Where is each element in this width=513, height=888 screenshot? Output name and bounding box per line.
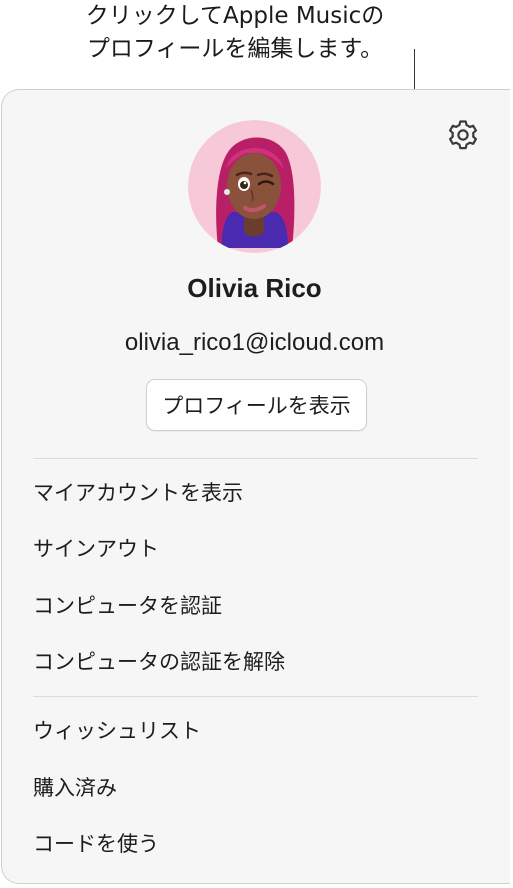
menu-item-purchased[interactable]: 購入済み	[33, 768, 117, 808]
menu-item-view-account[interactable]: マイアカウントを表示	[33, 473, 243, 513]
menu-item-sign-out[interactable]: サインアウト	[33, 529, 159, 569]
menu-item-deauthorize-computer[interactable]: コンピュータの認証を解除	[33, 642, 285, 682]
avatar[interactable]	[188, 120, 321, 253]
menu-item-wishlist[interactable]: ウィッシュリスト	[33, 711, 201, 751]
account-email: olivia_rico1@icloud.com	[124, 329, 385, 356]
gear-icon[interactable]	[445, 117, 481, 153]
view-profile-button[interactable]: プロフィールを表示	[146, 379, 367, 431]
memoji-avatar-icon	[188, 120, 321, 253]
callout-line-1: クリックしてApple Musicの	[85, 3, 385, 29]
callout-annotation: クリックしてApple Musicの プロフィールを編集します。	[0, 0, 470, 70]
account-name: Olivia Rico	[187, 273, 322, 303]
menu-divider	[33, 696, 478, 697]
menu-item-authorize-computer[interactable]: コンピュータを認証	[33, 586, 222, 626]
menu-divider	[33, 458, 478, 459]
callout-line-2: プロフィールを編集します。	[86, 36, 384, 62]
menu-item-redeem-code[interactable]: コードを使う	[33, 824, 159, 864]
